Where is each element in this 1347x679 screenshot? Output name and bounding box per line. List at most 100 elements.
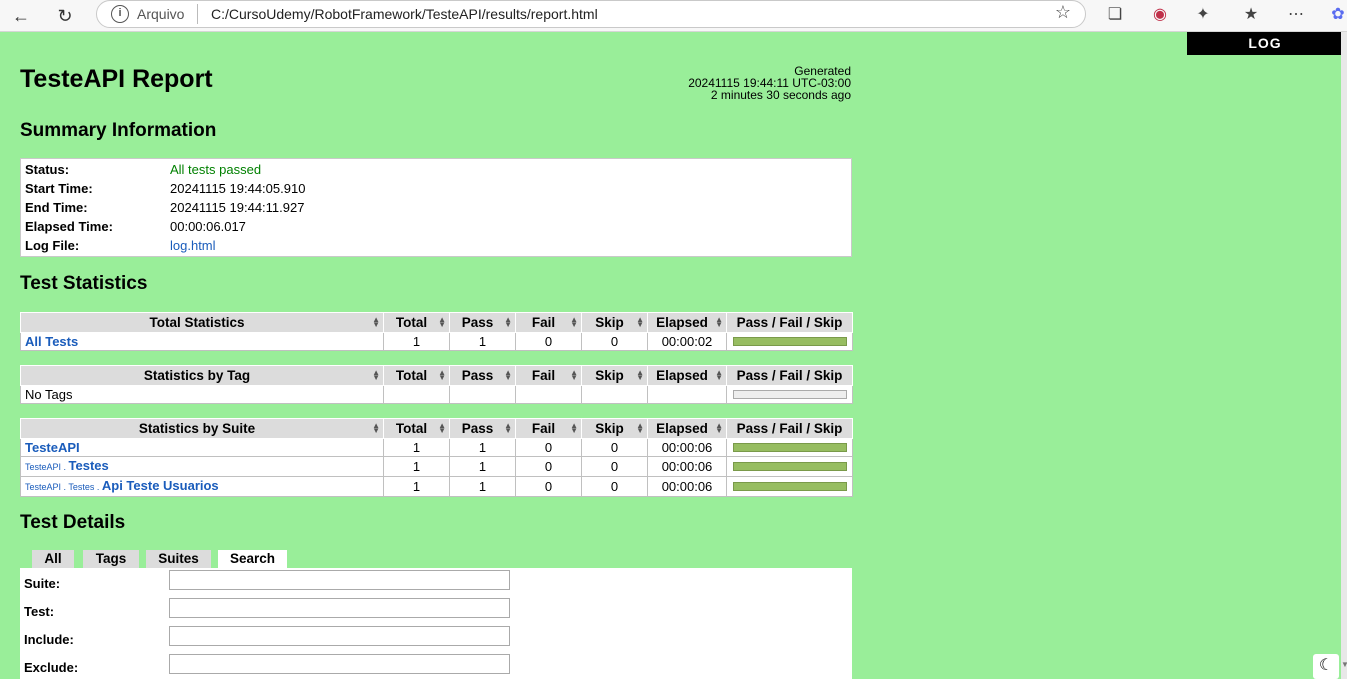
stat-pass <box>449 385 516 404</box>
total-statistics-table: Total Statistics ▲ ▼ Total ▲ ▼ Pass ▲ ▼ Fail ▲ ▼… <box>20 312 853 351</box>
tab-tags[interactable]: Tags <box>83 550 139 568</box>
tab-suites[interactable]: Suites <box>146 550 211 568</box>
browser-toolbar: ← ↻ i Arquivo C:/CursoUdemy/RobotFramewo… <box>0 0 1347 32</box>
table-row: No Tags <box>20 385 853 404</box>
generated-info: Generated 20241115 19:44:11 UTC-03:00 2 … <box>600 65 851 101</box>
table-header-row: Statistics by Tag ▲ ▼ Total ▲ ▼ Pass ▲ ▼ Fail ▲… <box>20 365 853 386</box>
stat-name: No Tags <box>20 385 384 404</box>
pass-bar <box>732 482 847 491</box>
exclude-search-input[interactable] <box>169 654 510 674</box>
tab-search[interactable]: Search <box>218 550 287 569</box>
stat-skip: 0 <box>581 438 648 457</box>
url-separator <box>197 4 198 24</box>
stat-elapsed: 00:00:06 <box>647 476 727 497</box>
sort-icon: ▲ ▼ <box>636 315 644 329</box>
tab-actions-icon[interactable]: ❏ <box>1103 3 1127 27</box>
sort-icon: ▲ ▼ <box>372 421 380 435</box>
summary-table: Status: All tests passed Start Time: 202… <box>20 158 852 257</box>
summary-row-start: Start Time: 20241115 19:44:05.910 <box>25 179 845 198</box>
stat-total: 1 <box>383 438 450 457</box>
table-header-row: Total Statistics ▲ ▼ Total ▲ ▼ Pass ▲ ▼ Fail ▲ ▼… <box>20 312 853 333</box>
search-row-test: Test: <box>24 598 844 628</box>
address-bar[interactable]: i Arquivo C:/CursoUdemy/RobotFramework/T… <box>96 0 1086 28</box>
column-header-name[interactable]: Total Statistics ▲ ▼ <box>20 312 384 333</box>
stat-total: 1 <box>383 332 450 351</box>
tag-statistics-table: Statistics by Tag ▲ ▼ Total ▲ ▼ Pass ▲ ▼ Fail ▲… <box>20 365 853 404</box>
stat-graph <box>726 476 853 497</box>
sort-icon: ▲ ▼ <box>636 368 644 382</box>
summary-row-logfile: Log File: log.html <box>25 236 845 255</box>
vertical-scrollbar[interactable] <box>1341 32 1347 679</box>
stat-elapsed: 00:00:06 <box>647 438 727 457</box>
stat-total <box>383 385 450 404</box>
start-time-value: 20241115 19:44:05.910 <box>170 181 306 196</box>
suite-search-input[interactable] <box>169 570 510 590</box>
back-arrow-icon[interactable]: ← <box>8 3 34 29</box>
suite-label: Suite: <box>24 576 61 591</box>
more-options-icon[interactable]: ⋯ <box>1284 3 1308 27</box>
sort-icon: ▲ ▼ <box>715 368 723 382</box>
column-header-name[interactable]: Statistics by Tag ▲ ▼ <box>20 365 384 386</box>
stat-pass: 1 <box>449 456 516 477</box>
column-header-pass[interactable]: Pass ▲ ▼ <box>449 418 516 439</box>
column-header-total[interactable]: Total ▲ ▼ <box>383 365 450 386</box>
column-header-fail[interactable]: Fail ▲ ▼ <box>515 418 582 439</box>
column-header-fail[interactable]: Fail ▲ ▼ <box>515 312 582 333</box>
column-header-total[interactable]: Total ▲ ▼ <box>383 418 450 439</box>
suite-link[interactable]: TesteAPI <box>25 440 80 455</box>
column-header-name[interactable]: Statistics by Suite ▲ ▼ <box>20 418 384 439</box>
test-search-input[interactable] <box>169 598 510 618</box>
column-header-skip[interactable]: Skip ▲ ▼ <box>581 312 648 333</box>
stat-skip: 0 <box>581 456 648 477</box>
page-title: TesteAPI Report <box>20 65 213 93</box>
elapsed-time-label: Elapsed Time: <box>25 219 113 234</box>
table-row: TesteAPI . Testes . Api Teste Usuarios 1… <box>20 476 853 497</box>
search-row-exclude: Exclude: <box>24 654 844 679</box>
favorites-icon[interactable]: ★ <box>1239 3 1263 27</box>
scroll-down-arrow-icon[interactable]: ▼ <box>1341 660 1347 674</box>
search-row-include: Include: <box>24 626 844 656</box>
stat-graph <box>726 385 853 404</box>
extensions-puzzle-icon[interactable]: ✦ <box>1191 3 1215 27</box>
reload-icon[interactable]: ↻ <box>52 3 78 29</box>
copilot-icon[interactable]: ✿ <box>1326 3 1347 27</box>
column-header-skip[interactable]: Skip ▲ ▼ <box>581 365 648 386</box>
log-link-button[interactable]: LOG <box>1187 32 1341 55</box>
column-header-elapsed[interactable]: Elapsed ▲ ▼ <box>647 365 727 386</box>
summary-row-end: End Time: 20241115 19:44:11.927 <box>25 198 845 217</box>
sort-icon: ▲ ▼ <box>438 315 446 329</box>
column-header-graph[interactable]: Pass / Fail / Skip <box>726 365 853 386</box>
suite-link[interactable]: Testes <box>69 458 109 473</box>
column-header-fail[interactable]: Fail ▲ ▼ <box>515 365 582 386</box>
stat-name: All Tests <box>20 332 384 351</box>
column-header-graph[interactable]: Pass / Fail / Skip <box>726 312 853 333</box>
tab-all[interactable]: All <box>32 550 74 568</box>
log-file-link[interactable]: log.html <box>170 236 216 255</box>
column-header-total[interactable]: Total ▲ ▼ <box>383 312 450 333</box>
column-header-pass[interactable]: Pass ▲ ▼ <box>449 365 516 386</box>
column-header-skip[interactable]: Skip ▲ ▼ <box>581 418 648 439</box>
column-header-pass[interactable]: Pass ▲ ▼ <box>449 312 516 333</box>
info-icon[interactable]: i <box>111 5 129 23</box>
suite-parent-path: TesteAPI . Testes . <box>25 482 102 492</box>
stat-pass: 1 <box>449 438 516 457</box>
sort-icon: ▲ ▼ <box>504 315 512 329</box>
column-header-graph[interactable]: Pass / Fail / Skip <box>726 418 853 439</box>
column-header-elapsed[interactable]: Elapsed ▲ ▼ <box>647 418 727 439</box>
stat-graph <box>726 456 853 477</box>
include-search-input[interactable] <box>169 626 510 646</box>
extension-icon[interactable]: ◉ <box>1148 3 1172 27</box>
column-header-elapsed[interactable]: Elapsed ▲ ▼ <box>647 312 727 333</box>
stat-fail: 0 <box>515 476 582 497</box>
dark-mode-moon-icon[interactable]: ☾ <box>1313 654 1339 679</box>
favorite-star-icon[interactable]: ☆ <box>1055 2 1071 23</box>
summary-row-elapsed: Elapsed Time: 00:00:06.017 <box>25 217 845 236</box>
stat-name: TesteAPI . Testes . Api Teste Usuarios <box>20 476 384 497</box>
all-tests-link[interactable]: All Tests <box>25 334 78 349</box>
test-label: Test: <box>24 604 55 619</box>
sort-icon: ▲ ▼ <box>570 315 578 329</box>
suite-link[interactable]: Api Teste Usuarios <box>102 478 219 493</box>
url-text[interactable]: C:/CursoUdemy/RobotFramework/TesteAPI/re… <box>211 6 598 22</box>
elapsed-time-value: 00:00:06.017 <box>170 219 246 234</box>
include-label: Include: <box>24 632 74 647</box>
